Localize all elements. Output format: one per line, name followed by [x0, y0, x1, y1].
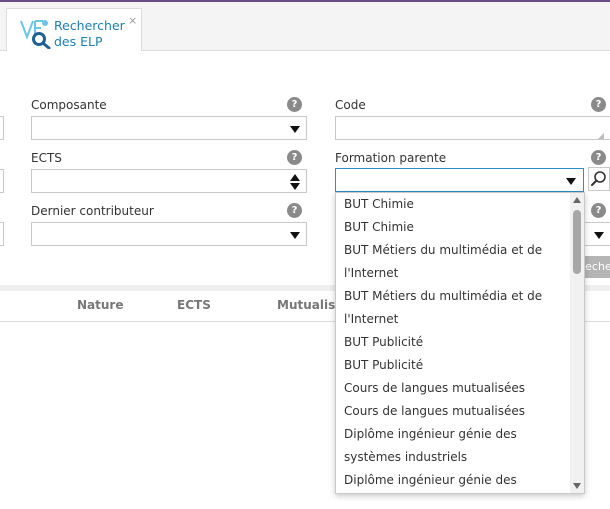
composante-label: Composante — [31, 98, 107, 112]
list-item[interactable]: BUT Publicité — [336, 331, 570, 354]
ects-stepper[interactable] — [31, 169, 307, 193]
help-icon[interactable]: ? — [591, 97, 606, 112]
list-item[interactable]: BUT Métiers du multimédia et de l'Intern… — [336, 285, 570, 331]
formation-parente-dropdown: BUT Chimie BUT Chimie BUT Métiers du mul… — [335, 192, 585, 494]
tab-label: Rechercher des ELP — [54, 18, 125, 49]
dernier-contributeur-select[interactable] — [31, 222, 307, 246]
tab-rechercher-elp[interactable]: Rechercher des ELP × — [6, 8, 142, 51]
list-item[interactable]: BUT Métiers du multimédia et de l'Intern… — [336, 239, 570, 285]
increment-icon[interactable] — [290, 174, 300, 181]
left-field-1[interactable] — [0, 116, 4, 140]
ects-label: ECTS — [31, 151, 62, 165]
code-label: Code — [335, 98, 366, 112]
chevron-down-icon[interactable] — [290, 232, 300, 239]
help-icon[interactable]: ? — [287, 203, 302, 218]
list-item[interactable]: BUT Publicité — [336, 354, 570, 377]
help-icon[interactable]: ? — [287, 97, 302, 112]
chevron-down-icon[interactable] — [290, 126, 300, 133]
left-field-2[interactable] — [0, 169, 4, 193]
resize-grip-icon — [598, 133, 604, 139]
list-item[interactable]: BUT Chimie — [336, 193, 570, 216]
tab-bar: Rechercher des ELP × — [0, 2, 610, 51]
scroll-up-icon[interactable] — [573, 197, 581, 203]
list-item[interactable]: Cours de langues mutualisées — [336, 400, 570, 423]
dropdown-list: BUT Chimie BUT Chimie BUT Métiers du mul… — [336, 193, 570, 493]
help-icon[interactable]: ? — [591, 150, 606, 165]
help-icon[interactable]: ? — [591, 203, 606, 218]
scrollbar-thumb[interactable] — [573, 210, 581, 274]
magnifier-icon — [591, 171, 606, 186]
code-input[interactable] — [335, 116, 610, 140]
scroll-down-icon[interactable] — [573, 483, 581, 489]
dernier-contributeur-label: Dernier contributeur — [31, 204, 154, 218]
composante-select[interactable] — [31, 116, 307, 140]
chevron-down-icon[interactable] — [594, 232, 604, 239]
help-icon[interactable]: ? — [287, 150, 302, 165]
list-item[interactable]: Diplôme ingénieur génie des systèmes ind… — [336, 423, 570, 469]
formation-parente-select[interactable] — [335, 168, 584, 192]
chevron-down-icon[interactable] — [566, 178, 576, 185]
formation-parente-label: Formation parente — [335, 151, 447, 165]
column-nature[interactable]: Nature — [77, 298, 123, 312]
search-button[interactable] — [588, 167, 610, 191]
column-ects[interactable]: ECTS — [177, 298, 211, 312]
elp-search-icon — [20, 20, 51, 49]
decrement-icon[interactable] — [290, 183, 300, 190]
column-mutualise[interactable]: Mutualisé — [277, 298, 343, 312]
list-item[interactable]: Diplôme ingénieur génie des systèmes ind… — [336, 469, 570, 493]
dropdown-scrollbar[interactable] — [570, 193, 584, 493]
list-item[interactable]: BUT Chimie — [336, 216, 570, 239]
list-item[interactable]: Cours de langues mutualisées — [336, 377, 570, 400]
close-icon[interactable]: × — [128, 15, 137, 26]
left-field-3[interactable] — [0, 222, 4, 246]
